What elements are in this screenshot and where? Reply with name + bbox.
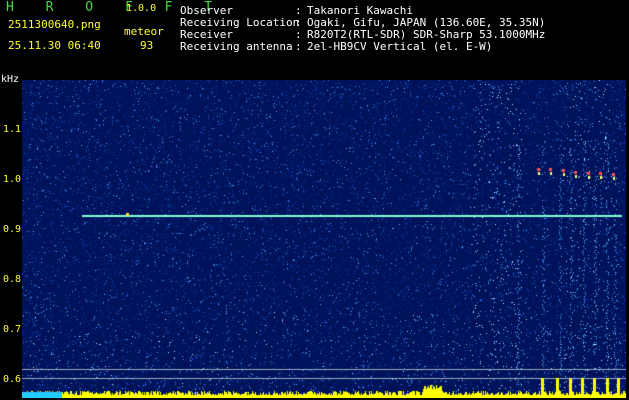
info-value-antenna: 2el-HB9CV Vertical (el. E-W) bbox=[307, 40, 493, 53]
y-tick-label: 1.1 bbox=[3, 124, 22, 135]
spectrogram-canvas bbox=[22, 80, 626, 398]
info-colon: : bbox=[295, 40, 302, 53]
y-tick-label: 1.0 bbox=[3, 174, 22, 185]
y-tick-label: 0.7 bbox=[3, 324, 22, 335]
info-label-antenna: Receiving antenna bbox=[180, 40, 293, 53]
file-name: 2511300640.png bbox=[8, 18, 101, 31]
y-axis-unit: kHz bbox=[1, 74, 20, 85]
y-tick-label: 0.8 bbox=[3, 274, 22, 285]
y-tick-label: 0.9 bbox=[3, 224, 22, 235]
header-panel: H R O F F T 1.0.0 2511300640.png meteor … bbox=[0, 0, 629, 74]
detection-label: meteor bbox=[124, 25, 164, 38]
datetime: 25.11.30 06:40 bbox=[8, 39, 101, 52]
y-tick-label: 0.6 bbox=[3, 374, 22, 385]
meteor-count: 93 bbox=[140, 39, 154, 52]
app-version: 1.0.0 bbox=[126, 3, 157, 14]
